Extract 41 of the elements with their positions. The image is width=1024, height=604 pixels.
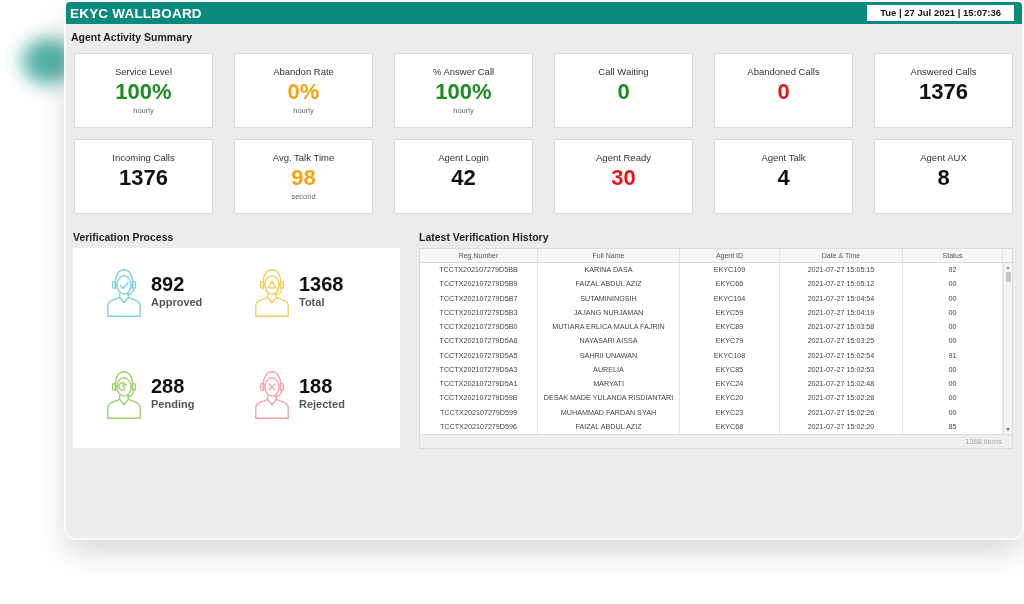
metric-value: 98 — [291, 166, 316, 190]
metric-value: 30 — [611, 166, 636, 190]
scroll-down-icon[interactable] — [1006, 428, 1010, 431]
scroll-up-icon[interactable] — [1006, 266, 1010, 269]
metric-label: Agent Ready — [596, 152, 651, 164]
metric-value: 100% — [115, 80, 172, 104]
section-title: Latest Verification History — [419, 231, 550, 243]
metric-value: 1376 — [919, 80, 968, 104]
metric-label: Agent Talk — [761, 152, 806, 164]
stat-number: 892 — [151, 273, 186, 295]
scrollbar[interactable] — [1003, 263, 1012, 434]
stat-number: 1368 — [299, 273, 344, 295]
metric-value: 100% — [435, 80, 492, 104]
section-title: Verification Process — [73, 231, 175, 243]
metric-value: 8 — [937, 166, 950, 190]
scrollbar-thumb[interactable] — [1005, 272, 1011, 282]
metric-label: Incoming Calls — [112, 152, 175, 164]
date-time-display: Tue | 27 Jul 2021 | 15:07:36 — [867, 5, 1014, 21]
stat-label: Total — [299, 295, 326, 309]
metric-label: Answered Calls — [910, 66, 977, 78]
section-title: Agent Activity Summary — [71, 31, 193, 43]
stat-number: 288 — [151, 375, 186, 397]
metric-value: 42 — [451, 166, 476, 190]
metric-label: Agent AUX — [920, 152, 967, 164]
stat-label: Rejected — [299, 397, 345, 411]
metric-value: 0 — [617, 80, 630, 104]
metric-label: % Answer Call — [432, 66, 495, 78]
metric-value: 1376 — [119, 166, 168, 190]
stat-label: Pending — [151, 397, 195, 411]
stat-label: Approved — [151, 295, 203, 309]
app-title: EKYC WALLBOARD — [70, 5, 202, 21]
metric-label: Agent Login — [438, 152, 489, 164]
metric-label: Call Waiting — [598, 66, 649, 78]
stat-number: 188 — [299, 375, 334, 397]
metric-value: 4 — [777, 166, 790, 190]
metric-label: Abandon Rate — [273, 66, 334, 78]
metric-label: Service Level — [115, 66, 172, 78]
metric-value: 0% — [287, 80, 320, 104]
metric-value: 0 — [777, 80, 790, 104]
metric-label: Abandoned Calls — [747, 66, 820, 78]
metric-label: Avg. Talk Time — [272, 152, 335, 164]
